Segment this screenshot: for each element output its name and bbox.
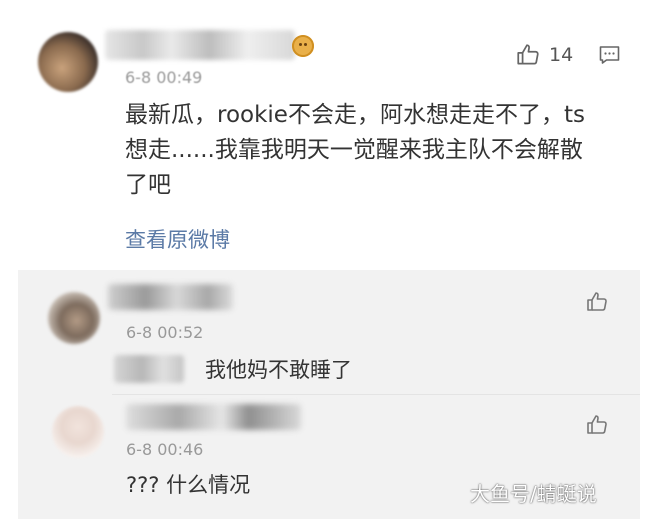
comment-text-line: 了吧 — [125, 172, 171, 198]
like-icon[interactable] — [585, 290, 609, 314]
like-count: 14 — [549, 44, 574, 66]
reply-mention-blurred[interactable] — [114, 355, 184, 383]
reply-time: 6-8 00:46 — [126, 440, 204, 459]
reply-text: ??? 什么情况 — [126, 473, 251, 497]
watermark: 大鱼号/蜻蜓说 — [470, 482, 597, 506]
comment-text: 最新瓜，rookie不会走，阿水想走走不了，ts 想走......我靠我明天一觉… — [125, 98, 625, 203]
reply-name-blurred[interactable] — [126, 404, 301, 430]
view-original-link[interactable]: 查看原微博 — [125, 224, 230, 254]
reply-avatar[interactable] — [52, 406, 104, 458]
member-badge-icon — [292, 35, 314, 57]
reply-text: 我他妈不敢睡了 — [205, 358, 352, 382]
comment-icon[interactable] — [597, 43, 622, 67]
reply-time: 6-8 00:52 — [126, 323, 204, 342]
reply-divider — [112, 394, 640, 395]
comment-text-line: 想走......我靠我明天一觉醒来我主队不会解散 — [125, 137, 583, 163]
comment-text-line: 最新瓜，rookie不会走，阿水想走走不了，ts — [125, 102, 585, 128]
like-icon[interactable] — [585, 413, 609, 437]
commenter-name-blurred[interactable] — [105, 30, 295, 60]
reply-name-blurred[interactable] — [108, 284, 233, 310]
like-icon[interactable] — [515, 42, 541, 68]
reply-avatar[interactable] — [48, 292, 100, 344]
comment-time: 6-8 00:49 — [125, 68, 203, 87]
commenter-avatar[interactable] — [38, 32, 98, 92]
